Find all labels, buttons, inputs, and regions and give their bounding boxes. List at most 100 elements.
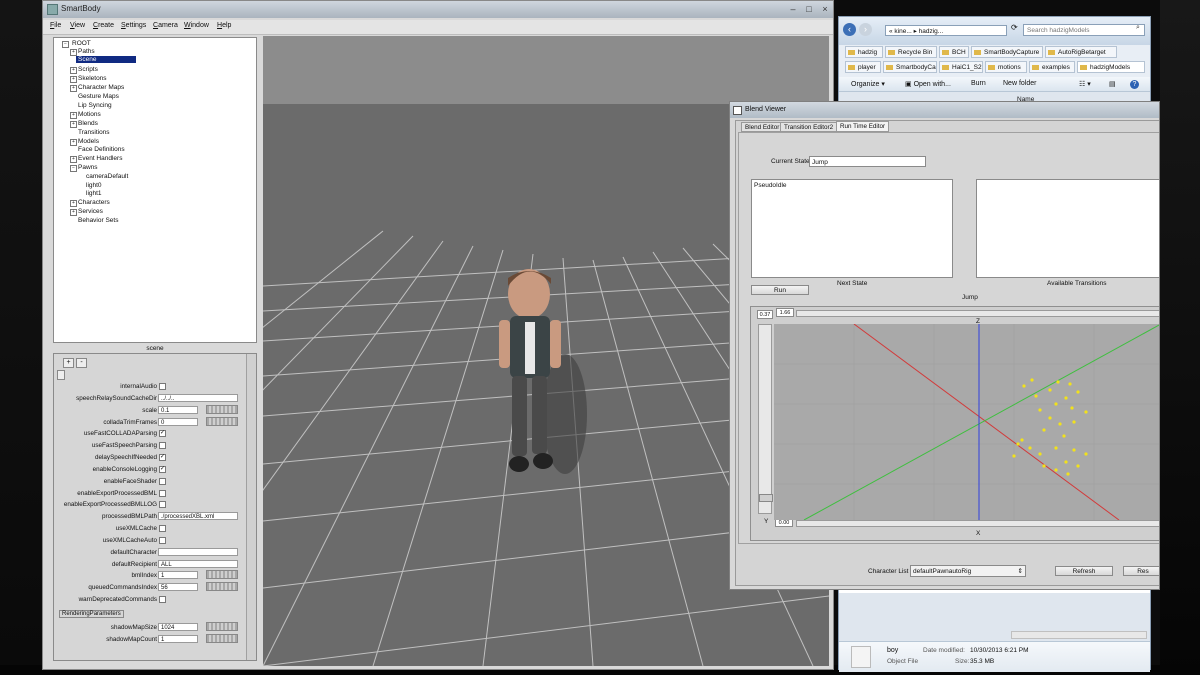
tree-expander[interactable]: +	[70, 67, 77, 74]
tree-item-blends[interactable]: Blends	[78, 120, 98, 127]
close-button[interactable]: ×	[817, 3, 833, 15]
address-bar[interactable]: « kine... ▸ hadzig...	[885, 25, 1007, 36]
y-slider-thumb[interactable]	[759, 494, 773, 502]
prop-checkbox[interactable]	[159, 501, 166, 508]
maximize-button[interactable]: □	[801, 3, 817, 15]
y-param-slider[interactable]	[758, 324, 772, 514]
favorite-tab[interactable]: player	[845, 61, 881, 73]
reset-button[interactable]: Res	[1123, 566, 1159, 576]
horizontal-scrollbar[interactable]	[1011, 631, 1147, 639]
character-model[interactable]	[485, 264, 605, 504]
prop-input[interactable]: 0.1	[158, 406, 198, 414]
prop-slider[interactable]	[206, 582, 238, 591]
prop-checkbox[interactable]	[159, 525, 166, 532]
tree-expander[interactable]: +	[70, 156, 77, 163]
prop-checkbox[interactable]: ✓	[159, 430, 166, 437]
prop-slider[interactable]	[206, 634, 238, 643]
list-item[interactable]: PseudoIdle	[754, 182, 787, 189]
minimize-button[interactable]: –	[785, 3, 801, 15]
menu-camera[interactable]: Camera	[153, 22, 178, 29]
tree-expander[interactable]: −	[62, 41, 69, 48]
prop-checkbox[interactable]: ✓	[159, 454, 166, 461]
prop-input[interactable]: 1	[158, 635, 198, 643]
refresh-icon[interactable]: ⟳	[1011, 23, 1022, 34]
prop-input[interactable]: ALL	[158, 560, 238, 568]
tree-expander[interactable]: +	[70, 121, 77, 128]
tree-item-services[interactable]: Services	[78, 208, 103, 215]
favorite-tab[interactable]: HaiC1_S2	[939, 61, 983, 73]
refresh-button[interactable]: Refresh	[1055, 566, 1113, 576]
collapse-handle[interactable]	[57, 370, 65, 380]
tree-item-characters[interactable]: Characters	[78, 199, 110, 206]
tree-item-skeletons[interactable]: Skeletons	[78, 75, 107, 82]
prop-checkbox[interactable]: ✓	[159, 466, 166, 473]
tree-item-paths[interactable]: Paths	[78, 48, 95, 55]
tree-item-light1[interactable]: light1	[86, 190, 102, 197]
prop-slider[interactable]	[206, 417, 238, 426]
prop-input[interactable]: ../../..	[158, 394, 238, 402]
tree-expander[interactable]: +	[70, 49, 77, 56]
blend-parameter-plot[interactable]: Z	[774, 318, 1159, 520]
tab-transition-editor2[interactable]: Transition Editor2	[780, 122, 838, 132]
favorite-tab-active[interactable]: hadzigModels	[1077, 61, 1145, 73]
tree-item-event-handlers[interactable]: Event Handlers	[78, 155, 122, 162]
back-arrow-icon[interactable]: ‹	[843, 23, 856, 36]
favorite-tab[interactable]: Recycle Bin	[885, 46, 937, 58]
param-field-1[interactable]: 0.37	[757, 310, 773, 319]
prop-input[interactable]: 0	[158, 418, 198, 426]
tree-item-pawns[interactable]: Pawns	[78, 164, 98, 171]
tree-item-behavior-sets[interactable]: Behavior Sets	[78, 217, 118, 224]
run-button[interactable]: Run	[751, 285, 809, 295]
available-transitions-list[interactable]	[976, 179, 1159, 278]
prop-checkbox[interactable]	[159, 537, 166, 544]
favorite-tab[interactable]: SmartbodyCams	[883, 61, 937, 73]
prop-input[interactable]: 1024	[158, 623, 198, 631]
tree-root[interactable]: ROOT	[72, 40, 91, 47]
menu-create[interactable]: Create	[93, 22, 114, 29]
tree-expander[interactable]: +	[70, 200, 77, 207]
tree-item-lip-syncing[interactable]: Lip Syncing	[78, 102, 112, 109]
prop-input[interactable]: ./processedXBL.xml	[158, 512, 238, 520]
menu-view[interactable]: View	[70, 22, 85, 29]
view-options-icon[interactable]: ☷ ▾	[1079, 80, 1091, 88]
tab-run-time-editor[interactable]: Run Time Editor	[836, 121, 890, 132]
tree-item-face-definitions[interactable]: Face Definitions	[78, 146, 125, 153]
properties-scrollbar[interactable]	[246, 354, 256, 660]
favorite-tab[interactable]: AutoRigBetarget	[1045, 46, 1117, 58]
blend-viewer-titlebar[interactable]: Blend Viewer	[730, 102, 1159, 118]
tree-expander[interactable]: −	[70, 165, 77, 172]
help-icon[interactable]: ?	[1130, 80, 1139, 89]
menu-help[interactable]: Help	[217, 22, 231, 29]
search-input[interactable]: Search hadzigModels	[1023, 24, 1145, 36]
tree-expander[interactable]: +	[70, 209, 77, 216]
burn-button[interactable]: Burn	[971, 80, 986, 87]
remove-button[interactable]: -	[76, 358, 87, 368]
prop-slider[interactable]	[206, 570, 238, 579]
tree-item-light0[interactable]: light0	[86, 182, 102, 189]
forward-arrow-icon[interactable]: ›	[859, 23, 872, 36]
prop-input[interactable]: 1	[158, 571, 198, 579]
add-button[interactable]: +	[63, 358, 74, 368]
prop-slider[interactable]	[206, 405, 238, 414]
z-param-slider[interactable]	[796, 520, 1159, 527]
tree-item-gesture-maps[interactable]: Gesture Maps	[78, 93, 119, 100]
menu-file[interactable]: File	[50, 22, 61, 29]
prop-slider[interactable]	[206, 622, 238, 631]
search-icon[interactable]: ⌕	[1136, 24, 1140, 32]
tree-item-motions[interactable]: Motions	[78, 111, 101, 118]
tree-expander[interactable]: +	[70, 85, 77, 92]
tree-item-scripts[interactable]: Scripts	[78, 66, 98, 73]
tree-item-character-maps[interactable]: Character Maps	[78, 84, 124, 91]
tree-expander[interactable]: +	[70, 76, 77, 83]
prop-input[interactable]: 56	[158, 583, 198, 591]
favorite-tab[interactable]: BCH	[939, 46, 969, 58]
favorite-tab[interactable]: hadzig	[845, 46, 883, 58]
tree-item-camera-default[interactable]: cameraDefault	[86, 173, 128, 180]
tab-blend-editor[interactable]: Blend Editor	[741, 122, 784, 132]
rendering-parameters-group[interactable]: RenderingParameters	[59, 610, 124, 618]
organize-button[interactable]: Organize ▾	[851, 80, 885, 88]
open-with-button[interactable]: ▣ Open with...	[905, 80, 951, 88]
x-param-slider[interactable]	[796, 310, 1159, 317]
prop-checkbox[interactable]	[159, 596, 166, 603]
current-state-field[interactable]: Jump	[809, 156, 926, 167]
